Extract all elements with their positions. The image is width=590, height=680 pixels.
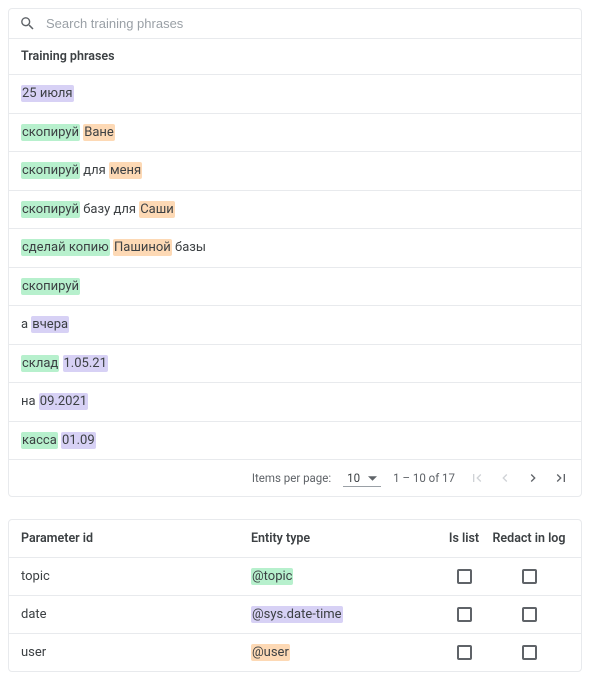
entity-token[interactable]: скопируй <box>21 201 80 218</box>
parameters-card: Parameter id Entity type Is list Redact … <box>8 519 582 672</box>
plain-text <box>59 356 62 371</box>
training-phrase-row[interactable]: сделай копию Пашиной базы <box>9 229 581 268</box>
col-header-redact: Redact in log <box>489 531 569 546</box>
training-phrase-row[interactable]: скопируй для меня <box>9 152 581 191</box>
redact-cell <box>489 645 569 660</box>
training-phrase-row[interactable]: скопируй Ване <box>9 114 581 153</box>
search-input[interactable] <box>46 16 571 31</box>
plain-text: для <box>80 163 109 178</box>
col-header-id: Parameter id <box>21 531 251 546</box>
parameter-id[interactable]: topic <box>21 569 251 584</box>
first-page-button[interactable] <box>467 468 487 488</box>
prev-page-button[interactable] <box>495 468 515 488</box>
is-list-checkbox[interactable] <box>457 645 472 660</box>
training-phrases-card: Training phrases 25 июляскопируй Ванеско… <box>8 8 582 497</box>
col-header-type: Entity type <box>251 531 439 546</box>
entity-token[interactable]: меня <box>109 162 142 179</box>
entity-type-token: @topic <box>251 568 293 585</box>
redact-checkbox[interactable] <box>522 645 537 660</box>
search-icon <box>19 15 36 32</box>
last-page-button[interactable] <box>551 468 571 488</box>
is-list-cell <box>439 607 489 622</box>
entity-token[interactable]: скопируй <box>21 124 80 141</box>
entity-token[interactable]: склад <box>21 355 59 372</box>
page-size-select[interactable]: 10 <box>343 469 381 487</box>
training-phrase-row[interactable]: скопируй базу для Саши <box>9 191 581 230</box>
entity-token[interactable]: Ване <box>83 124 115 141</box>
items-per-page-label: Items per page: <box>252 471 331 485</box>
entity-type-token: @user <box>251 644 290 661</box>
parameter-row: user@user <box>9 634 581 671</box>
entity-token[interactable]: касса <box>21 432 58 449</box>
entity-token[interactable]: вчера <box>31 316 69 333</box>
training-phrase-row[interactable]: 25 июля <box>9 75 581 114</box>
parameter-entity-type[interactable]: @user <box>251 645 439 660</box>
redact-cell <box>489 607 569 622</box>
plain-text: а <box>21 317 31 332</box>
is-list-cell <box>439 569 489 584</box>
entity-token[interactable]: скопируй <box>21 162 80 179</box>
redact-checkbox[interactable] <box>522 607 537 622</box>
plain-text: на <box>21 394 39 409</box>
entity-token[interactable]: 09.2021 <box>39 393 88 410</box>
entity-token[interactable]: 1.05.21 <box>63 355 108 372</box>
entity-token[interactable]: Пашиной <box>113 239 172 256</box>
is-list-checkbox[interactable] <box>457 607 472 622</box>
plain-text: базу для <box>80 202 139 217</box>
is-list-checkbox[interactable] <box>457 569 472 584</box>
training-phrase-row[interactable]: склад 1.05.21 <box>9 345 581 384</box>
parameter-id[interactable]: date <box>21 607 251 622</box>
entity-token[interactable]: 25 июля <box>21 85 74 102</box>
page-size-value: 10 <box>347 471 360 485</box>
parameter-entity-type[interactable]: @topic <box>251 569 439 584</box>
plain-text: базы <box>172 240 206 255</box>
entity-token[interactable]: Саши <box>139 201 175 218</box>
entity-type-token: @sys.date-time <box>251 606 343 623</box>
search-bar <box>9 9 581 39</box>
parameter-row: topic@topic <box>9 558 581 596</box>
col-header-list: Is list <box>439 531 489 546</box>
training-phrase-row[interactable]: а вчера <box>9 306 581 345</box>
redact-cell <box>489 569 569 584</box>
entity-token[interactable]: скопируй <box>21 278 80 295</box>
parameter-row: date@sys.date-time <box>9 596 581 634</box>
page-range: 1 – 10 of 17 <box>393 471 455 485</box>
training-phrase-row[interactable]: на 09.2021 <box>9 383 581 422</box>
redact-checkbox[interactable] <box>522 569 537 584</box>
next-page-button[interactable] <box>523 468 543 488</box>
training-phrases-header: Training phrases <box>9 39 581 75</box>
entity-token[interactable]: сделай копию <box>21 239 110 256</box>
parameters-header-row: Parameter id Entity type Is list Redact … <box>9 520 581 558</box>
dropdown-icon <box>368 476 377 481</box>
entity-token[interactable]: 01.09 <box>61 432 96 449</box>
training-phrase-row[interactable]: скопируй <box>9 268 581 307</box>
paginator: Items per page: 10 1 – 10 of 17 <box>9 459 581 496</box>
parameter-entity-type[interactable]: @sys.date-time <box>251 607 439 622</box>
parameter-id[interactable]: user <box>21 645 251 660</box>
training-phrase-row[interactable]: касса 01.09 <box>9 422 581 460</box>
is-list-cell <box>439 645 489 660</box>
